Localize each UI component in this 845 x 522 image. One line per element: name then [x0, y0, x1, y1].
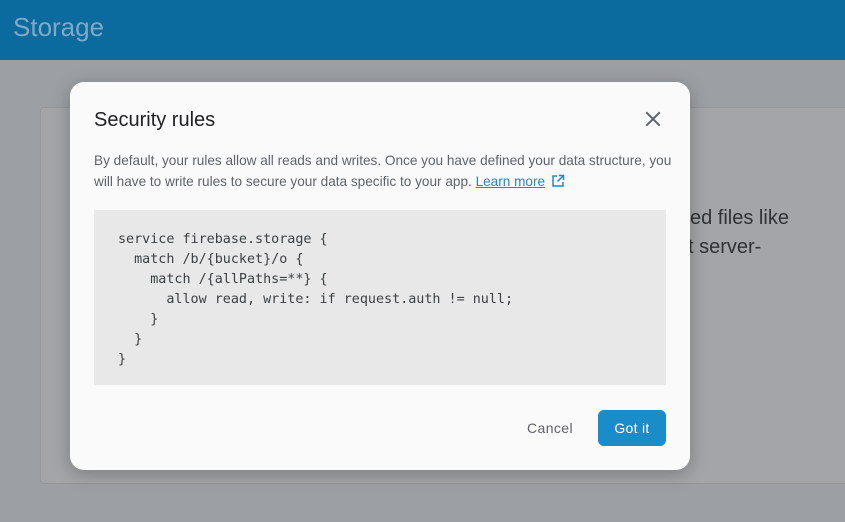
- learn-more-label: Learn more: [475, 174, 546, 189]
- code-line: }: [118, 332, 143, 347]
- rules-code-block: service firebase.storage { match /b/{buc…: [94, 210, 666, 385]
- security-rules-dialog: Security rules By default, your rules al…: [70, 82, 690, 470]
- dialog-description: By default, your rules allow all reads a…: [94, 150, 674, 192]
- cancel-button[interactable]: Cancel: [520, 410, 580, 446]
- dialog-title: Security rules: [94, 109, 216, 131]
- close-icon: [645, 111, 661, 127]
- background-text-line-1: ed files like: [690, 207, 789, 229]
- code-line: service firebase.storage {: [118, 232, 328, 247]
- description-text: By default, your rules allow all reads a…: [94, 153, 672, 189]
- close-button[interactable]: [640, 106, 666, 132]
- code-line: allow read, write: if request.auth != nu…: [118, 292, 514, 307]
- background-text-line-2: t server-: [688, 236, 762, 258]
- page-title: Storage: [13, 12, 105, 42]
- code-line: }: [118, 312, 159, 327]
- app-header: Storage: [0, 0, 845, 60]
- code-line: match /b/{bucket}/o {: [118, 252, 304, 267]
- learn-more-link[interactable]: Learn more: [476, 174, 546, 189]
- external-link-icon[interactable]: [551, 174, 565, 188]
- got-it-button[interactable]: Got it: [598, 410, 666, 446]
- code-line: match /{allPaths=**} {: [118, 272, 328, 287]
- code-line: }: [118, 352, 127, 367]
